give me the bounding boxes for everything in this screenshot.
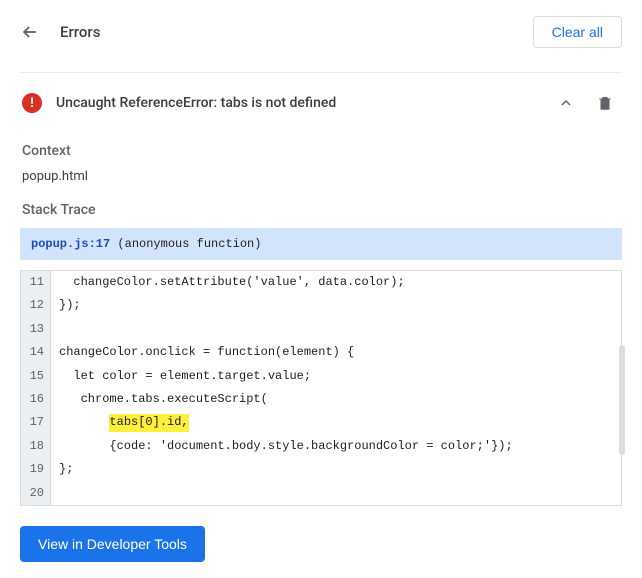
code-text: chrome.tabs.executeScript( <box>51 388 621 411</box>
code-text: changeColor.onclick = function(element) … <box>51 341 621 364</box>
header-left: Errors <box>20 22 100 42</box>
error-row: ! Uncaught ReferenceError: tabs is not d… <box>20 79 622 125</box>
view-devtools-button[interactable]: View in Developer Tools <box>20 526 205 562</box>
code-text: changeColor.setAttribute('value', data.c… <box>51 271 621 294</box>
line-number: 15 <box>21 365 51 388</box>
code-text <box>51 482 621 505</box>
code-block: 11 changeColor.setAttribute('value', dat… <box>20 270 622 506</box>
page-header: Errors Clear all <box>20 16 622 72</box>
code-wrapper: 11 changeColor.setAttribute('value', dat… <box>20 270 622 506</box>
line-number: 11 <box>21 271 51 294</box>
code-line: 13 <box>21 318 621 341</box>
trace-file-ref: popup.js:17 <box>31 237 110 251</box>
line-number: 16 <box>21 388 51 411</box>
code-text: let color = element.target.value; <box>51 365 621 388</box>
code-line: 17 tabs[0].id, <box>21 411 621 434</box>
trace-func: (anonymous function) <box>117 237 261 251</box>
code-line: 12}); <box>21 294 621 317</box>
stack-trace-header[interactable]: popup.js:17 (anonymous function) <box>20 228 622 260</box>
line-number: 20 <box>21 482 51 505</box>
trash-icon[interactable] <box>596 94 614 112</box>
context-value: popup.html <box>22 169 620 184</box>
error-row-right <box>558 94 614 112</box>
line-number: 18 <box>21 435 51 458</box>
clear-all-button[interactable]: Clear all <box>533 16 622 48</box>
code-line: 14changeColor.onclick = function(element… <box>21 341 621 364</box>
code-text: }); <box>51 294 621 317</box>
error-title: Uncaught ReferenceError: tabs is not def… <box>56 95 336 111</box>
line-number: 17 <box>21 411 51 434</box>
error-row-left: ! Uncaught ReferenceError: tabs is not d… <box>22 93 336 113</box>
code-line: 11 changeColor.setAttribute('value', dat… <box>21 271 621 294</box>
line-number: 14 <box>21 341 51 364</box>
error-icon: ! <box>22 93 42 113</box>
page-title: Errors <box>60 23 100 41</box>
back-arrow-icon[interactable] <box>20 22 40 42</box>
line-number: 13 <box>21 318 51 341</box>
code-text: {code: 'document.body.style.backgroundCo… <box>51 435 621 458</box>
chevron-up-icon[interactable] <box>558 95 574 111</box>
stack-trace-label: Stack Trace <box>22 202 620 218</box>
code-line: 16 chrome.tabs.executeScript( <box>21 388 621 411</box>
highlighted-code: tabs[0].id, <box>109 414 188 431</box>
divider <box>20 72 622 73</box>
scrollbar-thumb[interactable] <box>619 345 625 455</box>
context-label: Context <box>22 143 620 159</box>
code-line: 15 let color = element.target.value; <box>21 365 621 388</box>
code-text <box>51 318 621 341</box>
code-line: 20 <box>21 482 621 505</box>
code-text: }; <box>51 458 621 481</box>
code-line: 19}; <box>21 458 621 481</box>
code-line: 18 {code: 'document.body.style.backgroun… <box>21 435 621 458</box>
line-number: 12 <box>21 294 51 317</box>
line-number: 19 <box>21 458 51 481</box>
code-text: tabs[0].id, <box>51 411 621 434</box>
